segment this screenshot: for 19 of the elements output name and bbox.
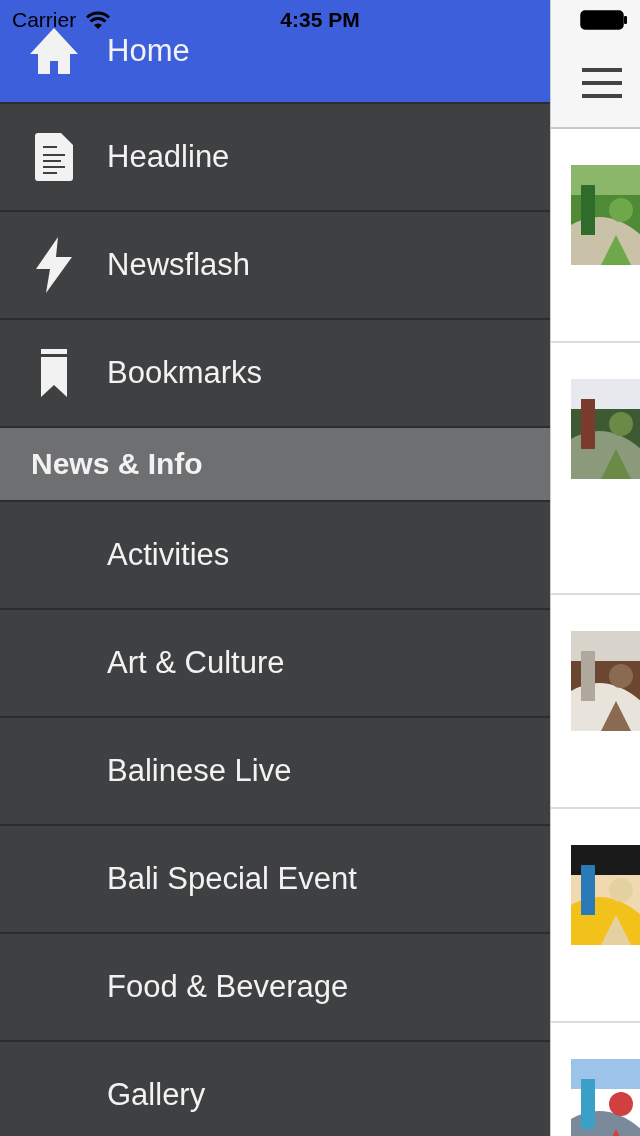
bookmark-icon bbox=[40, 349, 67, 397]
menu-item[interactable]: Art & Culture bbox=[0, 610, 550, 716]
menu-item[interactable]: Food & Beverage bbox=[0, 934, 550, 1040]
wifi-icon bbox=[86, 11, 111, 29]
menu-item[interactable]: Activities bbox=[0, 502, 550, 608]
home-icon bbox=[29, 28, 78, 74]
menu-item[interactable]: Headline bbox=[0, 104, 550, 210]
document-icon bbox=[34, 133, 73, 181]
menu-item[interactable]: Newsflash bbox=[0, 212, 550, 318]
menu-item[interactable]: Bookmarks bbox=[0, 320, 550, 426]
section-header: News & Info bbox=[0, 428, 550, 500]
lightning-icon bbox=[33, 237, 74, 293]
menu-item[interactable]: Bali Special Event bbox=[0, 826, 550, 932]
menu-icon[interactable] bbox=[582, 68, 622, 98]
menu-item[interactable]: Gallery bbox=[0, 1042, 550, 1136]
menu-item[interactable]: Balinese Live bbox=[0, 718, 550, 824]
battery-icon bbox=[580, 10, 628, 30]
status-time: 4:35 PM bbox=[280, 8, 360, 32]
carrier-name: Carrier bbox=[12, 8, 77, 32]
